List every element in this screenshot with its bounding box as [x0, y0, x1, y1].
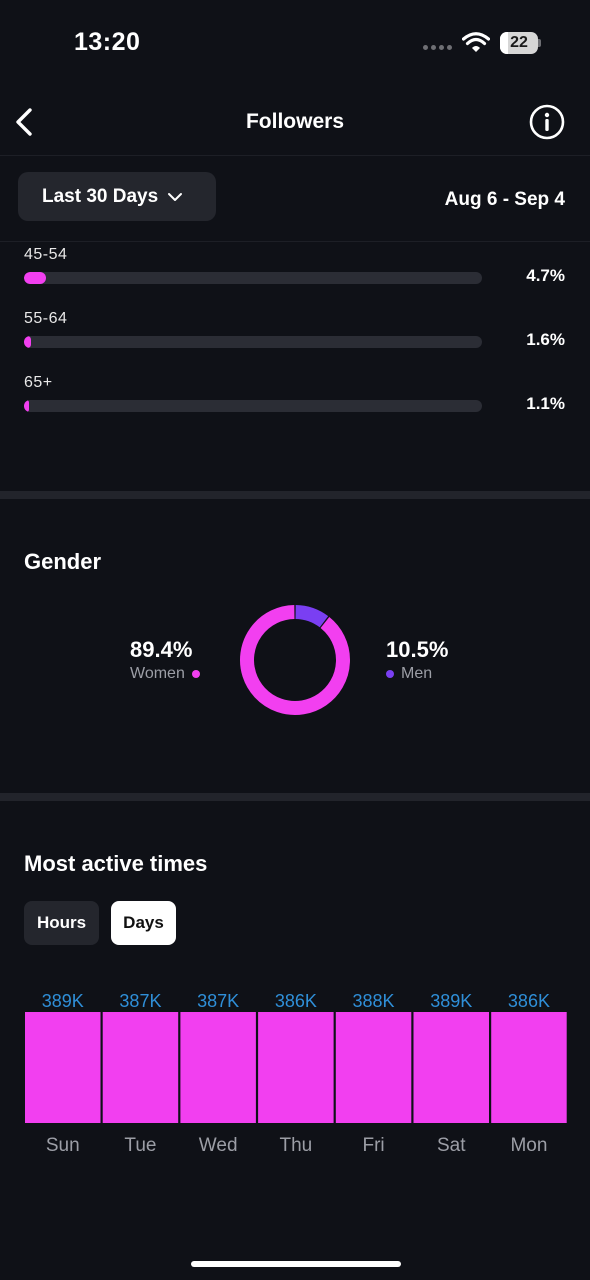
- battery-icon: 22: [500, 32, 538, 54]
- day-axis-label: Mon: [510, 1135, 547, 1156]
- men-label: Men: [401, 665, 433, 682]
- cellular-signal-icon: [423, 45, 452, 50]
- day-axis-label: Thu: [279, 1135, 312, 1156]
- day-bar-wed: [180, 1012, 256, 1123]
- day-bar-thu: [258, 1012, 334, 1123]
- men-percent: 10.5%: [386, 637, 449, 662]
- age-group-row: 45-54 4.7%: [0, 246, 590, 296]
- day-bar-value-label: 387K: [197, 991, 239, 1011]
- day-axis-label: Sat: [437, 1135, 466, 1156]
- women-label: Women: [130, 665, 185, 682]
- day-bar-value-label: 386K: [508, 991, 550, 1011]
- filter-row: Last 30 Days Aug 6 - Sep 4: [0, 156, 590, 242]
- day-bar-value-label: 389K: [430, 991, 472, 1011]
- day-axis-label: Wed: [199, 1135, 238, 1156]
- wifi-icon: [462, 32, 490, 52]
- age-group-label: 55-64: [24, 310, 68, 327]
- date-range-dropdown-label: Last 30 Days: [42, 185, 159, 207]
- nav-bar: Followers: [0, 88, 590, 156]
- status-bar: 13:20 22: [0, 0, 590, 88]
- section-divider: [0, 491, 590, 499]
- women-legend-dot: [191, 670, 200, 678]
- men-legend-dot: [386, 670, 394, 678]
- age-group-bar-fill: [24, 272, 46, 284]
- date-range-text: Aug 6 - Sep 4: [444, 189, 565, 210]
- age-group-bar-fill: [24, 400, 30, 412]
- age-group-bar-track: [24, 336, 482, 348]
- active-days-bar-chart: 389K Sun 387K Tue 387K Wed 386K Thu 388K Fri 389K S…: [25, 991, 567, 1156]
- home-indicator[interactable]: [191, 1261, 401, 1267]
- age-group-percent: 1.6%: [526, 330, 565, 349]
- age-group-row: 55-64 1.6%: [0, 310, 590, 360]
- age-group-bar-fill: [24, 336, 32, 348]
- day-bar-value-label: 389K: [42, 991, 84, 1011]
- age-group-row: 65+ 1.1%: [0, 374, 590, 424]
- day-axis-label: Fri: [362, 1135, 384, 1156]
- day-bar-fri: [335, 1012, 412, 1123]
- gender-section-title: Gender: [24, 549, 102, 574]
- age-group-percent: 4.7%: [526, 266, 565, 285]
- day-axis-label: Sun: [46, 1135, 80, 1156]
- battery-level: 22: [510, 34, 528, 51]
- day-bar-sat: [413, 1012, 489, 1123]
- donut-slice-men: [295, 605, 329, 628]
- day-bar-mon: [491, 1012, 567, 1123]
- age-group-percent: 1.1%: [526, 394, 565, 413]
- status-time: 13:20: [74, 28, 141, 56]
- section-divider: [0, 793, 590, 801]
- tab-hours[interactable]: Hours: [24, 901, 99, 945]
- day-bar-sun: [25, 1012, 101, 1123]
- day-bar-value-label: 388K: [353, 991, 395, 1011]
- age-group-bar-track: [24, 400, 482, 412]
- donut-slice-women: [240, 605, 350, 715]
- women-percent: 89.4%: [130, 637, 193, 662]
- date-range-dropdown[interactable]: Last 30 Days: [18, 172, 216, 221]
- info-icon[interactable]: [529, 104, 565, 140]
- page-title: Followers: [245, 110, 345, 133]
- chevron-down-icon: [168, 192, 183, 201]
- age-group-label: 45-54: [24, 246, 68, 263]
- day-bar-value-label: 386K: [275, 991, 317, 1011]
- day-axis-label: Tue: [124, 1135, 156, 1156]
- active-times-section-title: Most active times: [24, 851, 208, 876]
- tab-days[interactable]: Days: [111, 901, 176, 945]
- followers-insights-screen: 13:20 22 Followers Last 30 Days Aug 6 - …: [0, 0, 590, 1280]
- age-group-label: 65+: [24, 374, 53, 391]
- gender-stat-women: 89.4% Women: [130, 637, 200, 683]
- day-bar-tue: [102, 1012, 179, 1123]
- gender-donut-chart: [240, 605, 350, 715]
- day-bar-value-label: 387K: [119, 991, 161, 1011]
- gender-stat-men: 10.5% Men: [386, 637, 448, 683]
- age-group-bar-track: [24, 272, 482, 284]
